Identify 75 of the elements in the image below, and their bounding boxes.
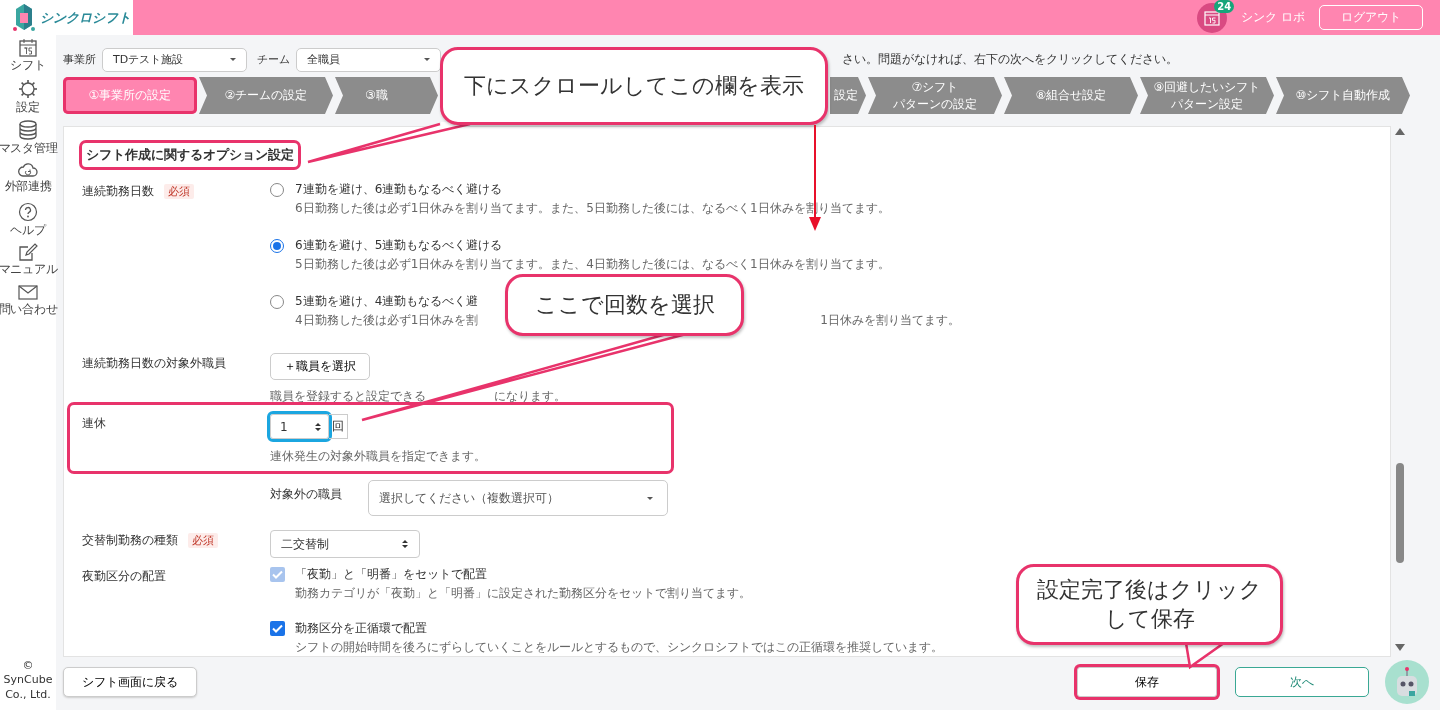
unit-label: 回 [329, 414, 348, 439]
sidebar-label: シフト [10, 58, 46, 73]
option-description: シフトの開始時間を後ろにずらしていくことをルールとするもので、シンクロシフトではこの正循環を推奨しています。 [295, 639, 943, 656]
next-button[interactable]: 次へ [1235, 667, 1369, 697]
notification-badge: 24 [1214, 0, 1235, 13]
multi-select-field[interactable]: 選択してください（複数選択可） [368, 480, 668, 516]
option-label: 5連勤を避け、4連勤もなるべく避 [295, 293, 479, 310]
sidebar-label: 外部連携 [4, 179, 52, 194]
step-tab[interactable]: ①事業所の設定 [63, 77, 197, 114]
step-tab[interactable]: ③職 [335, 77, 438, 114]
instruction-text: さい。問題がなければ、右下の次へをクリックしてください。 [842, 51, 1178, 68]
caret-icon [647, 496, 653, 500]
copyright-text: © SynCube Co., Ltd. [2, 659, 54, 702]
spinner-icon[interactable] [401, 539, 409, 549]
scroll-up-icon[interactable] [1393, 126, 1406, 136]
option-description: 1日休みを割り当てます。 [820, 312, 960, 329]
section-heading: シフト作成に関するオプション設定 [82, 143, 298, 167]
sidebar-label: 設定 [16, 100, 40, 115]
select-field[interactable]: 全職員 [296, 47, 441, 72]
sidebar-label: ヘルプ [10, 223, 46, 238]
edit-icon[interactable] [18, 243, 38, 261]
select-field[interactable]: 二交替制 [270, 530, 420, 558]
select-field[interactable]: TDテスト施設 [102, 47, 247, 72]
back-button[interactable]: シフト画面に戻る [63, 667, 197, 697]
hint-text: になります。 [494, 388, 566, 405]
app-name: シンクロシフト [40, 8, 131, 27]
field-label: 連休 [82, 415, 106, 432]
field-label: 事業所 [63, 52, 96, 67]
sidebar-label: マスタ管理 [0, 141, 58, 156]
cloud-icon[interactable] [17, 161, 39, 178]
calendar-icon[interactable] [1204, 9, 1221, 26]
field-label: 対象外の職員 [270, 486, 343, 503]
field-label: 連続勤務日数の対象外職員 [82, 355, 226, 372]
checkbox[interactable] [270, 621, 285, 636]
logout-button[interactable]: ログアウト [1319, 5, 1423, 30]
step-tab[interactable]: ⑩シフト自動作成 [1276, 77, 1410, 114]
option-label: 6連勤を避け、5連勤もなるべく避ける [295, 237, 503, 254]
option-description: 4日勤務した後は必ず1日休みを割 [295, 312, 479, 329]
option-label: 勤務区分を正循環で配置 [295, 620, 427, 637]
field-label: 交替制勤務の種類 [82, 532, 178, 549]
hint-text: 職員を登録すると設定できる [270, 388, 426, 405]
scrollbar-thumb[interactable] [1395, 463, 1404, 563]
field-label: 夜勤区分の配置 [82, 568, 166, 585]
option-label: 「夜勤」と「明番」をセットで配置 [295, 566, 487, 583]
select-staff-button[interactable]: ＋職員を選択 [270, 353, 370, 380]
sidebar-label: マニュアル [0, 262, 58, 277]
robot-avatar-icon[interactable] [1385, 660, 1429, 704]
hint-text: 連休発生の対象外職員を指定できます。 [270, 448, 487, 465]
option-label: 7連勤を避け、6連勤もなるべく避ける [295, 181, 503, 198]
logo-icon[interactable] [12, 3, 36, 32]
field-label: 連続勤務日数 [82, 183, 154, 200]
option-description: 勤務カテゴリが「夜勤」と「明番」に設定された勤務区分をセットで割り当てます。 [295, 585, 751, 602]
step-tab[interactable]: ⑧組合せ設定 [1004, 77, 1138, 114]
step-tab[interactable]: ⑦シフト パターンの設定 [868, 77, 1002, 114]
step-tab[interactable]: 設定 [830, 77, 866, 114]
spinner-icon[interactable] [314, 421, 322, 432]
option-description: 5日勤務した後は必ず1日休みを割り当てます。また、4日勤務した後には、なるべく1日休みを割り当てます。 [295, 256, 890, 273]
scroll-down-icon[interactable] [1393, 643, 1406, 653]
mail-icon[interactable] [18, 284, 38, 301]
caret-icon [424, 58, 430, 61]
calendar-icon[interactable] [18, 38, 38, 57]
required-tag: 必須 [188, 533, 218, 548]
field-label: チーム [257, 52, 290, 67]
caret-icon [230, 58, 236, 61]
user-name: シンク ロボ [1241, 9, 1305, 26]
sidebar-label: 問い合わせ [0, 302, 58, 317]
step-tab[interactable]: ②チームの設定 [199, 77, 333, 114]
database-icon[interactable] [18, 120, 38, 140]
settings-icon[interactable] [18, 79, 38, 99]
step-tab[interactable]: ⑨回避したいシフト パターン設定 [1140, 77, 1274, 114]
callout-bubble: 下にスクロールしてこの欄を表示 [440, 47, 828, 125]
help-icon[interactable] [18, 202, 38, 222]
number-stepper[interactable]: 1 [270, 414, 329, 439]
required-tag: 必須 [164, 184, 194, 199]
callout-bubble: ここで回数を選択 [505, 274, 744, 336]
